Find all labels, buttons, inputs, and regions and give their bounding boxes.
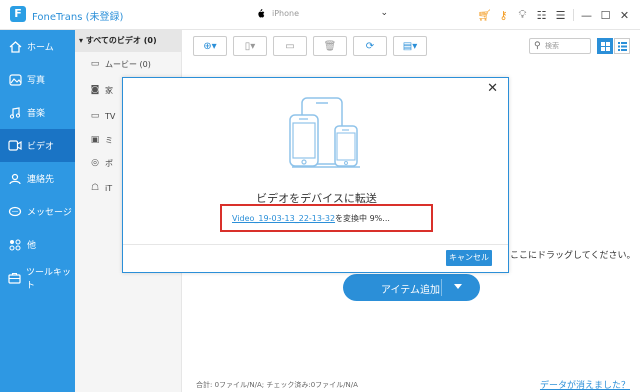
category-label: ミ bbox=[105, 135, 113, 145]
app-logo: F bbox=[10, 6, 26, 22]
main-toolbar: ⊕▾ ▯▾ ▭ 🗑︎ ⟳ ▤▾ bbox=[193, 36, 433, 56]
home-icon bbox=[8, 40, 22, 54]
drag-hint: ここにドラッグしてください。 bbox=[510, 251, 636, 261]
apple-icon bbox=[258, 9, 265, 18]
title-bar: F FoneTrans (未登録) iPhone ⌄ 🛒︎ ⚷ 💡︎ ☷ ☰ —… bbox=[0, 0, 640, 30]
delete-button[interactable]: 🗑︎ bbox=[313, 36, 347, 56]
menu-icon[interactable]: ☰ bbox=[551, 7, 570, 23]
sidebar-item-photos[interactable]: 写真 bbox=[0, 63, 75, 96]
cancel-button[interactable]: キャンセル bbox=[446, 250, 492, 266]
feedback-icon[interactable]: ☷ bbox=[532, 7, 551, 23]
search-placeholder: 検索 bbox=[545, 42, 559, 50]
sidebar-item-music[interactable]: 音楽 bbox=[0, 96, 75, 129]
toolbox-button[interactable]: ▤▾ bbox=[393, 36, 427, 56]
search-input[interactable]: ⚲ 検索 bbox=[529, 38, 591, 54]
category-item-itunes-u[interactable]: ☖ iT bbox=[89, 181, 112, 195]
category-label: ムービー (0) bbox=[105, 59, 151, 69]
minimize-icon[interactable]: — bbox=[577, 7, 596, 23]
conversion-status-box: Video_19-03-13_22-13-32を変換中 9%... bbox=[220, 204, 433, 232]
category-label: 家 bbox=[105, 85, 113, 95]
itunes-u-icon: ☖ bbox=[90, 183, 100, 193]
device-selector[interactable]: iPhone ⌄ bbox=[252, 8, 388, 22]
sidebar-item-label: 写真 bbox=[27, 76, 46, 86]
movie-icon: ▭ bbox=[90, 59, 100, 69]
tv-icon: ▭ bbox=[90, 111, 100, 121]
add-item-button[interactable]: アイテム追加 bbox=[343, 274, 480, 301]
add-button[interactable]: ⊕▾ bbox=[193, 36, 227, 56]
search-icon: ⚲ bbox=[534, 41, 541, 51]
divider bbox=[441, 279, 442, 296]
status-summary: 合計: 0ファイル/N/A; チェック済み:0ファイル/N/A bbox=[196, 381, 358, 389]
sidebar-item-messages[interactable]: メッセージ bbox=[0, 195, 75, 228]
list-icon bbox=[617, 41, 627, 51]
contact-icon bbox=[8, 172, 22, 186]
category-item-movies[interactable]: ▭ ムービー (0) bbox=[89, 57, 151, 71]
refresh-button[interactable]: ⟳ bbox=[353, 36, 387, 56]
sidebar-item-label: ビデオ bbox=[27, 142, 55, 152]
data-lost-link[interactable]: データが消えました？ bbox=[540, 378, 630, 391]
device-name: iPhone bbox=[272, 9, 300, 18]
sidebar: ホーム 写真 音楽 ビデオ 連絡先 メッセージ 他 ツールキット bbox=[0, 30, 75, 392]
sidebar-item-home[interactable]: ホーム bbox=[0, 30, 75, 63]
maximize-icon[interactable]: ☐ bbox=[596, 7, 615, 23]
grid-icon bbox=[600, 41, 610, 51]
video-icon bbox=[8, 139, 22, 153]
add-item-label: アイテム追加 bbox=[381, 285, 440, 296]
sidebar-item-label: 連絡先 bbox=[27, 175, 55, 185]
category-item-tv[interactable]: ▭ TV bbox=[89, 109, 116, 123]
transfer-dialog: ✕ ビデオをデバイスに転送 Video_19-03-13_22-13-32を変換… bbox=[122, 77, 509, 273]
photo-icon bbox=[8, 73, 22, 87]
sidebar-item-label: 音楽 bbox=[27, 109, 46, 119]
divider bbox=[123, 244, 508, 245]
category-header[interactable]: ▾ すべてのビデオ (0) bbox=[75, 30, 182, 52]
sidebar-item-video[interactable]: ビデオ bbox=[0, 129, 75, 162]
list-view-button[interactable] bbox=[614, 38, 630, 54]
music-icon bbox=[8, 106, 22, 120]
chevron-down-icon: ⌄ bbox=[380, 8, 388, 18]
music-video-icon: ▣ bbox=[90, 135, 100, 145]
category-item-music-video[interactable]: ▣ ミ bbox=[89, 133, 113, 147]
sidebar-item-other[interactable]: 他 bbox=[0, 228, 75, 261]
export-button[interactable]: ▯▾ bbox=[233, 36, 267, 56]
export-to-pc-button[interactable]: ▭ bbox=[273, 36, 307, 56]
sidebar-item-label: ホーム bbox=[27, 43, 54, 53]
toolkit-icon bbox=[8, 271, 21, 285]
caret-down-icon: ▾ bbox=[79, 36, 86, 45]
podcast-icon: ◎ bbox=[91, 158, 99, 168]
sidebar-item-label: 他 bbox=[27, 241, 37, 251]
caret-down-icon[interactable] bbox=[454, 284, 462, 289]
sidebar-item-label: メッセージ bbox=[27, 208, 72, 218]
lightbulb-icon[interactable]: 💡︎ bbox=[513, 7, 532, 23]
sidebar-item-toolkit[interactable]: ツールキット bbox=[0, 261, 75, 294]
key-icon[interactable]: ⚷ bbox=[494, 7, 513, 23]
cart-icon[interactable]: 🛒︎ bbox=[475, 7, 494, 23]
category-label: TV bbox=[105, 111, 116, 121]
category-label: iT bbox=[105, 183, 113, 193]
grid-view-button[interactable] bbox=[597, 38, 613, 54]
other-icon bbox=[8, 238, 22, 252]
app-title: FoneTrans (未登録) bbox=[32, 12, 124, 23]
category-item-podcast[interactable]: ◎ ポ bbox=[89, 156, 113, 170]
home-video-icon: ◙ bbox=[90, 85, 100, 95]
divider bbox=[573, 9, 574, 21]
close-icon[interactable]: ✕ bbox=[487, 81, 498, 96]
category-header-label: すべてのビデオ (0) bbox=[85, 36, 157, 45]
file-name-link[interactable]: Video_19-03-13_22-13-32 bbox=[232, 214, 335, 223]
sidebar-item-contacts[interactable]: 連絡先 bbox=[0, 162, 75, 195]
status-bar: 合計: 0ファイル/N/A; チェック済み:0ファイル/N/A データが消えまし… bbox=[182, 376, 640, 392]
message-icon bbox=[8, 205, 22, 219]
sidebar-item-label: ツールキット bbox=[26, 267, 72, 291]
close-icon[interactable]: ✕ bbox=[615, 7, 634, 23]
category-item-home-video[interactable]: ◙ 家 bbox=[89, 83, 113, 97]
devices-illustration bbox=[289, 97, 360, 168]
conversion-progress: を変換中 9%... bbox=[335, 214, 390, 223]
category-label: ポ bbox=[105, 158, 113, 168]
